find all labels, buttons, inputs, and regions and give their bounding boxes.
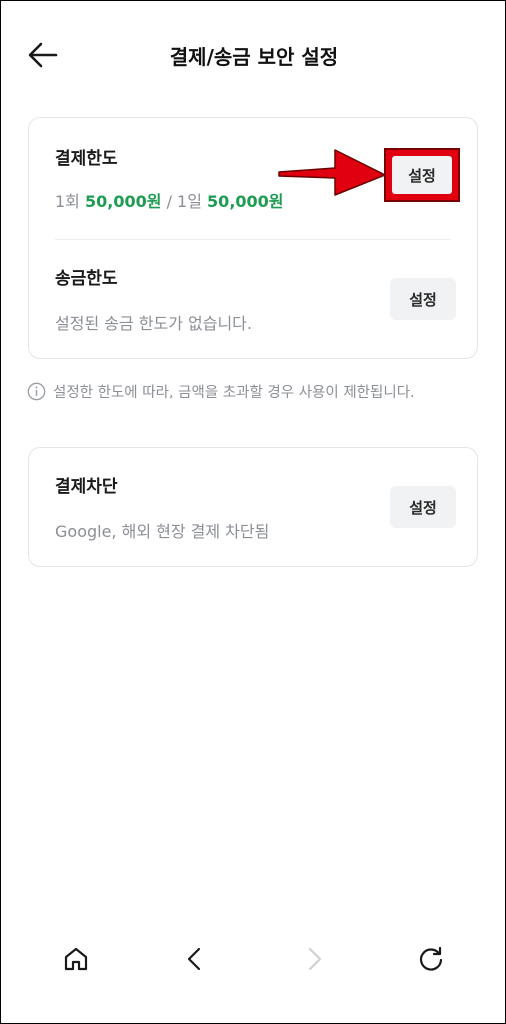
highlight-box: 설정 bbox=[384, 148, 460, 202]
limits-card: 결제한도 1회 50,000원 / 1일 50,000원 설정 송금한도 설정된… bbox=[28, 117, 478, 359]
refresh-icon bbox=[419, 946, 443, 971]
home-button[interactable] bbox=[58, 941, 94, 977]
screen-frame: 결제/송금 보안 설정 결제한도 1회 50,000원 / 1일 50,000원… bbox=[0, 0, 506, 1024]
payment-block-title: 결제차단 bbox=[55, 477, 118, 497]
transfer-limit-title: 송금한도 bbox=[55, 269, 118, 289]
card-divider bbox=[55, 239, 451, 240]
payment-block-description: Google, 해외 현장 결제 차단됨 bbox=[55, 522, 270, 541]
once-value: 50,000원 bbox=[85, 192, 162, 211]
bottom-navigation bbox=[1, 935, 506, 983]
payment-limit-title: 결제한도 bbox=[55, 149, 118, 169]
info-icon bbox=[27, 382, 46, 401]
payment-block-card: 결제차단 Google, 해외 현장 결제 차단됨 설정 bbox=[28, 447, 478, 567]
transfer-limit-set-button[interactable]: 설정 bbox=[390, 278, 456, 320]
once-label: 1회 bbox=[55, 192, 80, 211]
payment-block-set-button[interactable]: 설정 bbox=[390, 486, 456, 528]
page-title: 결제/송금 보안 설정 bbox=[169, 45, 339, 69]
transfer-limit-description: 설정된 송금 한도가 없습니다. bbox=[55, 314, 252, 333]
day-label: 1일 bbox=[177, 192, 202, 211]
limit-info-note: 설정한 한도에 따라, 금액을 초과할 경우 사용이 제한됩니다. bbox=[27, 381, 487, 402]
app-header: 결제/송금 보안 설정 bbox=[1, 31, 506, 79]
home-icon bbox=[64, 947, 88, 971]
chevron-left-icon bbox=[187, 947, 201, 971]
annotation-arrow-icon bbox=[278, 149, 386, 196]
limit-separator: / bbox=[166, 192, 172, 211]
browser-back-button[interactable] bbox=[177, 941, 213, 977]
payment-limit-values: 1회 50,000원 / 1일 50,000원 bbox=[55, 188, 284, 212]
info-text: 설정한 한도에 따라, 금액을 초과할 경우 사용이 제한됩니다. bbox=[53, 385, 415, 401]
chevron-right-icon bbox=[308, 947, 322, 971]
browser-forward-button[interactable] bbox=[296, 941, 332, 977]
payment-limit-set-button[interactable]: 설정 bbox=[392, 156, 452, 194]
refresh-button[interactable] bbox=[413, 941, 449, 977]
day-value: 50,000원 bbox=[207, 192, 284, 211]
